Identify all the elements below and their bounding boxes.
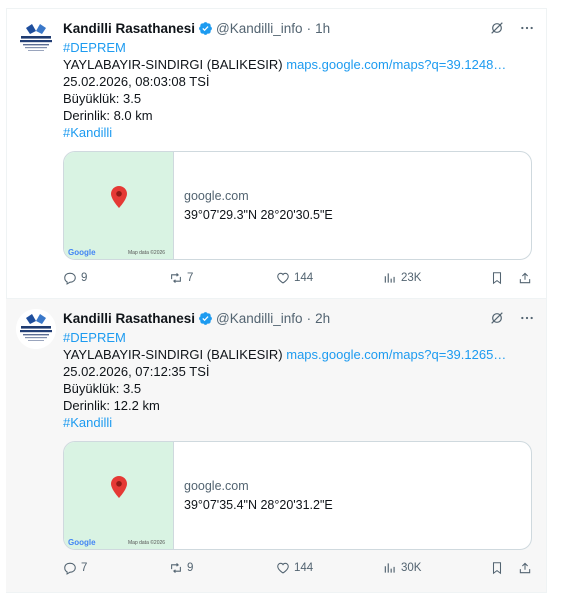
timeline: Kandilli Rasathanesi @Kandilli_info · 1h… bbox=[6, 8, 547, 593]
like-icon bbox=[277, 562, 289, 574]
views-count: 23K bbox=[401, 272, 422, 284]
hashtag-deprem[interactable]: #DEPREM bbox=[63, 329, 535, 346]
hashtag-kandilli[interactable]: #Kandilli bbox=[63, 414, 535, 431]
card-domain: google.com bbox=[184, 479, 249, 493]
repost-count: 7 bbox=[187, 272, 194, 284]
repost-count: 9 bbox=[187, 562, 194, 574]
share-button[interactable] bbox=[518, 561, 532, 575]
reply-icon bbox=[64, 562, 76, 575]
avatar[interactable] bbox=[16, 19, 56, 59]
like-count: 144 bbox=[294, 272, 314, 284]
location-text: YAYLABAYIR-SINDIRGI (BALIKESIR) bbox=[63, 57, 283, 72]
datetime-text: 25.02.2026, 07:12:35 TSİ bbox=[63, 364, 210, 379]
repost-icon bbox=[171, 272, 181, 284]
location-text: YAYLABAYIR-SINDIRGI (BALIKESIR) bbox=[63, 347, 283, 362]
bookmark-button[interactable] bbox=[490, 271, 504, 285]
like-button[interactable]: 144 bbox=[276, 561, 313, 575]
tweet[interactable]: Kandilli Rasathanesi @Kandilli_info · 2h… bbox=[6, 298, 547, 593]
author-name[interactable]: Kandilli Rasathanesi bbox=[63, 311, 195, 326]
verified-badge-icon bbox=[199, 21, 212, 35]
magnitude-text: Büyüklük: 3.5 bbox=[63, 91, 142, 106]
datetime-text: 25.02.2026, 08:03:08 TSİ bbox=[63, 74, 210, 89]
bookmark-button[interactable] bbox=[490, 561, 504, 575]
repost-button[interactable]: 7 bbox=[169, 271, 193, 285]
verified-badge-icon bbox=[199, 311, 212, 325]
separator-dot: · bbox=[306, 310, 312, 326]
views-icon bbox=[384, 563, 395, 573]
card-coordinates: 39°07'29.3"N 28°20'30.5"E bbox=[184, 208, 333, 222]
bookmark-icon bbox=[492, 272, 502, 285]
bookmark-icon bbox=[492, 562, 502, 575]
google-logo: Google bbox=[68, 538, 96, 547]
grok-icon[interactable] bbox=[489, 310, 505, 326]
map-link[interactable]: maps.google.com/maps?q=39.1265… bbox=[286, 347, 506, 362]
map-thumbnail[interactable]: Google Map data ©2026 bbox=[64, 152, 174, 259]
reply-count: 9 bbox=[81, 272, 88, 284]
map-data-credit: Map data ©2026 bbox=[128, 250, 166, 256]
reply-button[interactable]: 7 bbox=[63, 561, 87, 575]
like-button[interactable]: 144 bbox=[276, 271, 313, 285]
hashtag-kandilli[interactable]: #Kandilli bbox=[63, 124, 535, 141]
reply-button[interactable]: 9 bbox=[63, 271, 87, 285]
link-card[interactable]: Google Map data ©2026 google.com 39°07'2… bbox=[63, 151, 532, 260]
reply-count: 7 bbox=[81, 562, 88, 574]
tweet-text: #DEPREM YAYLABAYIR-SINDIRGI (BALIKESIR) … bbox=[63, 329, 535, 431]
tweet-actions: 7 9 144 30K bbox=[63, 560, 535, 580]
map-pin-icon bbox=[111, 476, 127, 498]
google-logo: Google bbox=[68, 248, 96, 257]
grok-icon[interactable] bbox=[489, 20, 505, 36]
link-card[interactable]: Google Map data ©2026 google.com 39°07'3… bbox=[63, 441, 532, 550]
more-options-icon[interactable] bbox=[519, 310, 535, 326]
map-pin-icon bbox=[111, 186, 127, 208]
like-count: 144 bbox=[294, 562, 314, 574]
timestamp[interactable]: 1h bbox=[315, 21, 330, 36]
card-coordinates: 39°07'35.4"N 28°20'31.2"E bbox=[184, 498, 333, 512]
timestamp[interactable]: 2h bbox=[315, 311, 330, 326]
views-button[interactable]: 23K bbox=[383, 271, 421, 285]
repost-button[interactable]: 9 bbox=[169, 561, 193, 575]
share-icon bbox=[519, 272, 531, 284]
map-thumbnail[interactable]: Google Map data ©2026 bbox=[64, 442, 174, 549]
depth-text: Derinlik: 12.2 km bbox=[63, 398, 160, 413]
views-icon bbox=[384, 273, 395, 283]
share-button[interactable] bbox=[518, 271, 532, 285]
share-icon bbox=[519, 562, 531, 574]
hashtag-deprem[interactable]: #DEPREM bbox=[63, 39, 535, 56]
more-options-icon[interactable] bbox=[519, 20, 535, 36]
like-icon bbox=[277, 272, 289, 284]
tweet-actions: 9 7 144 23K bbox=[63, 270, 535, 290]
map-link[interactable]: maps.google.com/maps?q=39.1248… bbox=[286, 57, 506, 72]
author-handle[interactable]: @Kandilli_info bbox=[216, 21, 303, 36]
depth-text: Derinlik: 8.0 km bbox=[63, 108, 153, 123]
tweet-text: #DEPREM YAYLABAYIR-SINDIRGI (BALIKESIR) … bbox=[63, 39, 535, 141]
views-button[interactable]: 30K bbox=[383, 561, 421, 575]
repost-icon bbox=[171, 562, 181, 574]
reply-icon bbox=[64, 272, 76, 285]
author-name[interactable]: Kandilli Rasathanesi bbox=[63, 21, 195, 36]
tweet[interactable]: Kandilli Rasathanesi @Kandilli_info · 1h… bbox=[6, 8, 547, 298]
avatar[interactable] bbox=[16, 309, 56, 349]
map-data-credit: Map data ©2026 bbox=[128, 540, 166, 546]
author-handle[interactable]: @Kandilli_info bbox=[216, 311, 303, 326]
card-domain: google.com bbox=[184, 189, 249, 203]
magnitude-text: Büyüklük: 3.5 bbox=[63, 381, 142, 396]
views-count: 30K bbox=[401, 562, 422, 574]
separator-dot: · bbox=[306, 20, 312, 36]
